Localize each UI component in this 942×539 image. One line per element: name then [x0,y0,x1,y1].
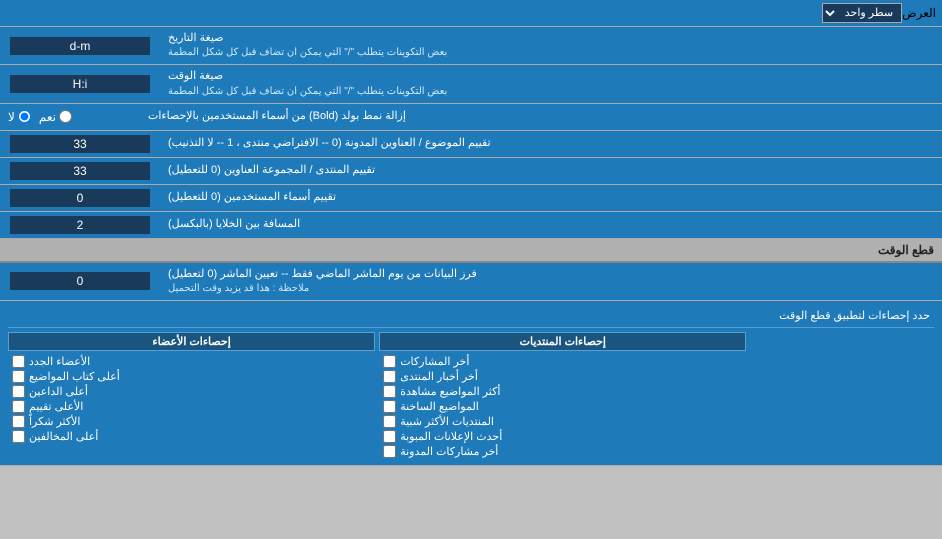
col1-header: إحصاءات المنتديات [379,332,746,351]
checkbox-item: المواضيع الساخنة [379,399,746,414]
col1-checkboxes: إحصاءات المنتديات أخر المشاركات أخر أخبا… [379,332,746,459]
forum-sort-label: تقييم المنتدى / المجموعة العناوين (0 للت… [160,158,942,184]
col2-check-5[interactable] [12,430,25,443]
cutoff-input[interactable] [10,272,150,290]
radio-no[interactable] [18,110,31,123]
radio-yes-label[interactable]: نعم [39,110,72,124]
col1-check-5[interactable] [383,430,396,443]
users-sort-label: تقييم أسماء المستخدمين (0 للتعطيل) [160,185,942,211]
col2-check-0[interactable] [12,355,25,368]
col1-check-3[interactable] [383,400,396,413]
checkbox-item: أعلى كتاب المواضيع [8,369,375,384]
bold-remove-radio-cell: نعم لا [0,104,140,130]
col2-check-4[interactable] [12,415,25,428]
time-format-input[interactable] [10,75,150,93]
checkbox-item: أخر المشاركات [379,354,746,369]
date-format-row: صيغة التاريخ بعض التكوينات يتطلب "/" الت… [0,27,942,65]
topics-sort-row: تقييم الموضوع / العناوين المدونة (0 -- ا… [0,131,942,158]
checkbox-item: أخر مشاركات المدونة [379,444,746,459]
display-dropdown[interactable]: سطر واحد سطرين ثلاثة أسطر [822,3,902,23]
checkboxes-apply-label: حدد إحصاءات لتطبيق قطع الوقت [8,307,934,324]
col2-check-3[interactable] [12,400,25,413]
time-format-row: صيغة الوقت بعض التكوينات يتطلب "/" التي … [0,65,942,103]
gap-row: المسافة بين الخلايا (بالبكسل) [0,212,942,239]
col1-check-1[interactable] [383,370,396,383]
bold-remove-label: إزالة نمط بولد (Bold) من أسماء المستخدمي… [140,104,942,130]
top-row: العرض سطر واحد سطرين ثلاثة أسطر [0,0,942,27]
checkbox-item: أعلى الداعين [8,384,375,399]
cutoff-input-cell [0,263,160,300]
checkboxes-header: حدد إحصاءات لتطبيق قطع الوقت [8,307,934,328]
date-format-label: صيغة التاريخ بعض التكوينات يتطلب "/" الت… [160,27,942,64]
date-format-input[interactable] [10,37,150,55]
gap-input-cell [0,212,160,238]
col1-check-0[interactable] [383,355,396,368]
users-sort-input-cell [0,185,160,211]
radio-yes[interactable] [59,110,72,123]
cutoff-row: فرز البيانات من يوم الماشر الماضي فقط --… [0,263,942,301]
checkboxes-grid: إحصاءات المنتديات أخر المشاركات أخر أخبا… [8,332,934,459]
gap-label: المسافة بين الخلايا (بالبكسل) [160,212,942,238]
checkbox-item: المنتديات الأكثر شبية [379,414,746,429]
col1-check-2[interactable] [383,385,396,398]
users-sort-row: تقييم أسماء المستخدمين (0 للتعطيل) [0,185,942,212]
forum-sort-input[interactable] [10,162,150,180]
forum-sort-row: تقييم المنتدى / المجموعة العناوين (0 للت… [0,158,942,185]
users-sort-input[interactable] [10,189,150,207]
time-format-label: صيغة الوقت بعض التكوينات يتطلب "/" التي … [160,65,942,102]
topics-sort-input[interactable] [10,135,150,153]
col1-check-6[interactable] [383,445,396,458]
cutoff-label: فرز البيانات من يوم الماشر الماضي فقط --… [160,263,942,300]
checkbox-item: أكثر المواضيع مشاهدة [379,384,746,399]
empty-spacer [750,332,934,459]
bold-remove-row: إزالة نمط بولد (Bold) من أسماء المستخدمي… [0,104,942,131]
gap-input[interactable] [10,216,150,234]
topics-sort-label: تقييم الموضوع / العناوين المدونة (0 -- ا… [160,131,942,157]
date-format-input-cell [0,27,160,64]
radio-no-label[interactable]: لا [8,110,31,124]
topics-sort-input-cell [0,131,160,157]
time-format-input-cell [0,65,160,102]
cutoff-section-header: قطع الوقت [0,239,942,263]
display-label: العرض [902,6,936,20]
checkbox-item: الأكثر شكراً [8,414,375,429]
checkbox-item: أخر أخبار المنتدى [379,369,746,384]
col2-checkboxes: إحصاءات الأعضاء الأعضاء الجدد أعلى كتاب … [8,332,375,459]
checkbox-item: الأعضاء الجدد [8,354,375,369]
checkbox-item: أحدث الإعلانات المبوبة [379,429,746,444]
col2-check-2[interactable] [12,385,25,398]
forum-sort-input-cell [0,158,160,184]
col2-header: إحصاءات الأعضاء [8,332,375,351]
col2-check-1[interactable] [12,370,25,383]
col1-check-4[interactable] [383,415,396,428]
checkbox-item: أعلى المخالفين [8,429,375,444]
checkboxes-section: حدد إحصاءات لتطبيق قطع الوقت إحصاءات الم… [0,301,942,466]
checkbox-item: الأعلى تقييم [8,399,375,414]
